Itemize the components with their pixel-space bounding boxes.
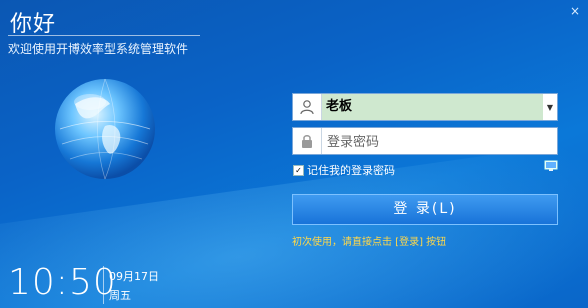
clock-weekday: 周五 — [109, 289, 131, 302]
title-divider — [8, 35, 200, 36]
remember-checkbox[interactable]: ✓ — [293, 164, 304, 176]
close-icon[interactable]: × — [568, 4, 582, 18]
username-value[interactable]: 老板 — [322, 94, 543, 120]
login-window: × 你好 欢迎使用开博效率型系统管理软件 老板 ▼ ✓ 记住我的登录密码 登 录… — [0, 0, 588, 308]
hint-text: 初次使用，请直接点击 [登录] 按钮 — [292, 237, 447, 248]
remember-label: 记住我的登录密码 — [307, 164, 395, 177]
clock-divider — [103, 266, 104, 304]
globe-icon — [55, 78, 155, 180]
remember-password[interactable]: ✓ 记住我的登录密码 — [293, 162, 395, 178]
password-field[interactable] — [292, 127, 558, 155]
subtitle: 欢迎使用开博效率型系统管理软件 — [8, 42, 189, 56]
lock-icon — [293, 128, 322, 154]
user-icon — [293, 94, 322, 120]
dropdown-arrow-icon[interactable]: ▼ — [543, 94, 557, 120]
password-input[interactable] — [325, 130, 549, 154]
login-button[interactable]: 登 录(L) — [292, 194, 558, 225]
username-field[interactable]: 老板 ▼ — [292, 93, 558, 121]
greeting-title: 你好 — [10, 12, 57, 37]
clock-date: 09月17日 — [109, 270, 159, 283]
monitor-icon[interactable] — [544, 160, 558, 172]
clock-time: 10:50 — [8, 262, 117, 303]
